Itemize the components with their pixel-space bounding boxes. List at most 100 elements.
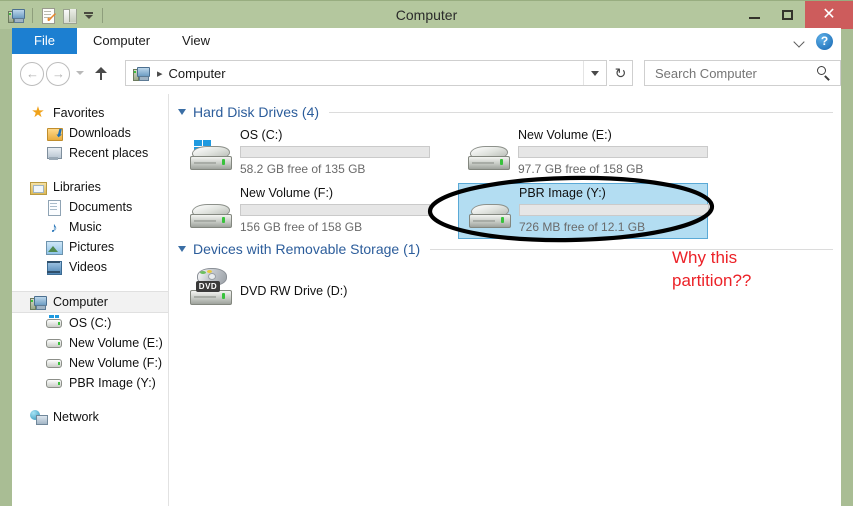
sidebar-item-new-volume-f[interactable]: New Volume (F:) [12, 353, 168, 373]
drive-item-dvd-rw-d[interactable]: DVD DVD RW Drive (D:) [180, 262, 430, 314]
drive-capacity-text: 726 MB free of 12.1 GB [519, 220, 646, 234]
search-box[interactable] [644, 60, 841, 86]
triangle-down-icon[interactable] [178, 246, 186, 252]
annotation-line-1: Why this [672, 248, 738, 267]
drive-item-os-c[interactable]: OS (C:) 58.2 GB free of 135 GB [180, 126, 430, 182]
properties-icon[interactable]: ✓ [40, 7, 57, 24]
group-title: Devices with Removable Storage (1) [193, 241, 421, 257]
recent-locations-icon[interactable] [72, 62, 88, 86]
ribbon-right-controls: ? [794, 28, 833, 54]
sidebar-item-documents[interactable]: Documents [12, 197, 168, 217]
sidebar-item-os-c[interactable]: OS (C:) [12, 313, 168, 333]
toolbar-separator [32, 7, 33, 23]
ribbon-tabs: File Computer View [12, 28, 226, 54]
tab-view[interactable]: View [166, 28, 226, 54]
toolbar-separator-2 [102, 7, 103, 23]
hard-drive-icon [46, 355, 62, 371]
sidebar-item-label: Computer [53, 295, 108, 309]
search-icon[interactable] [817, 65, 832, 81]
tab-file[interactable]: File [12, 28, 77, 54]
sidebar-item-label: Network [53, 410, 99, 424]
sidebar-item-downloads[interactable]: ⬇ Downloads [12, 123, 168, 143]
navigation-buttons: ← → [20, 62, 112, 86]
maximize-button[interactable] [771, 1, 805, 29]
window-controls: ✕ [737, 1, 853, 29]
sidebar-item-label: Recent places [69, 146, 149, 160]
group-header-hard-disk-drives[interactable]: Hard Disk Drives (4) [178, 103, 833, 121]
annotation-line-2: partition?? [672, 271, 752, 290]
window-border-left [0, 0, 12, 506]
breadcrumb-item-computer[interactable]: Computer [169, 66, 226, 81]
sidebar-item-pictures[interactable]: Pictures [12, 237, 168, 257]
open-folder-icon[interactable] [61, 7, 78, 24]
chevron-down-icon[interactable] [794, 35, 806, 47]
sidebar-item-label: Videos [69, 260, 107, 274]
sidebar-item-network[interactable]: Network [12, 407, 168, 427]
hard-drive-icon [46, 335, 62, 351]
close-button[interactable]: ✕ [805, 1, 853, 29]
capacity-bar [518, 146, 708, 158]
sidebar-item-label: New Volume (F:) [69, 356, 163, 370]
title-bar: Computer ✓ ✕ [0, 0, 853, 29]
tab-computer[interactable]: Computer [77, 28, 166, 54]
drive-capacity-text: 156 GB free of 158 GB [240, 220, 363, 234]
ribbon-tab-bar: File Computer View ? [12, 28, 841, 55]
sidebar-item-favorites[interactable]: ★ Favorites [12, 103, 168, 123]
breadcrumb-separator: ▸ [157, 67, 163, 80]
drive-item-new-volume-f[interactable]: New Volume (F:) 156 GB free of 158 GB [180, 184, 430, 240]
network-icon [30, 409, 48, 425]
annotation-note: Why this partition?? [672, 246, 822, 292]
up-button[interactable] [90, 62, 112, 86]
drive-item-pbr-image-y[interactable]: PBR Image (Y:) 726 MB free of 12.1 GB [458, 183, 709, 239]
minimize-button[interactable] [737, 1, 771, 29]
computer-icon [133, 65, 150, 82]
sidebar-item-label: Music [69, 220, 102, 234]
file-list-pane: Hard Disk Drives (4) OS (C:) 58.2 GB fre… [170, 94, 841, 506]
sidebar-item-libraries[interactable]: Libraries [12, 177, 168, 197]
sidebar-item-computer[interactable]: Computer [12, 291, 168, 313]
drive-name: New Volume (F:) [240, 186, 334, 200]
sidebar-item-label: Downloads [69, 126, 131, 140]
sidebar-item-music[interactable]: ♪ Music [12, 217, 168, 237]
sidebar-item-label: New Volume (E:) [69, 336, 163, 350]
sidebar-item-label: Libraries [53, 180, 101, 194]
window-border-right [841, 0, 853, 506]
picture-icon [46, 239, 63, 255]
libraries-icon [30, 179, 47, 195]
sidebar-item-pbr-image-y[interactable]: PBR Image (Y:) [12, 373, 168, 393]
capacity-bar [519, 204, 709, 216]
drive-name: PBR Image (Y:) [519, 186, 606, 200]
triangle-down-icon[interactable] [178, 109, 186, 115]
close-icon: ✕ [822, 6, 836, 23]
hard-drive-icon [188, 198, 234, 232]
drive-item-new-volume-e[interactable]: New Volume (E:) 97.7 GB free of 158 GB [458, 126, 708, 182]
hard-drive-icon [46, 375, 62, 391]
computer-icon[interactable] [8, 7, 25, 24]
window-title: Computer [395, 7, 458, 23]
sidebar-item-recent-places[interactable]: Recent places [12, 143, 168, 163]
hard-drive-icon [466, 140, 512, 174]
back-button[interactable]: ← [20, 62, 44, 86]
help-icon[interactable]: ? [816, 32, 833, 50]
refresh-button[interactable]: ↻ [609, 60, 633, 86]
windows-hard-drive-icon [188, 140, 234, 174]
customize-icon[interactable] [82, 7, 95, 24]
content-area: ★ Favorites ⬇ Downloads Recent places Li… [12, 94, 841, 506]
recent-places-icon [46, 145, 62, 161]
sidebar-item-label: Pictures [69, 240, 115, 254]
music-note-icon: ♪ [50, 219, 58, 235]
windows-drive-icon [46, 315, 62, 331]
star-icon: ★ [31, 104, 45, 121]
dvd-drive-icon: DVD [188, 268, 234, 305]
sidebar-item-videos[interactable]: Videos [12, 257, 168, 277]
sidebar-item-label: PBR Image (Y:) [69, 376, 156, 390]
forward-button[interactable]: → [46, 62, 70, 86]
breadcrumb-dropdown-icon[interactable] [583, 61, 606, 85]
drive-capacity-text: 58.2 GB free of 135 GB [240, 162, 366, 176]
breadcrumb[interactable]: ▸ Computer [125, 60, 607, 86]
search-input[interactable] [653, 64, 809, 82]
sidebar-item-new-volume-e[interactable]: New Volume (E:) [12, 333, 168, 353]
hard-drive-icon [467, 198, 513, 232]
